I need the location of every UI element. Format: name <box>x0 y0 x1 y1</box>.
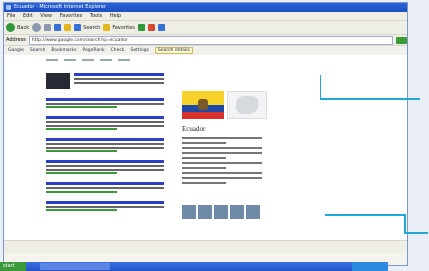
status-bar <box>4 240 407 253</box>
knowledge-panel-facts <box>182 137 262 187</box>
system-tray <box>352 262 388 271</box>
menu-favorites[interactable]: Favorites <box>60 13 83 19</box>
menu-file[interactable]: File <box>7 13 15 19</box>
country-map[interactable] <box>227 91 267 119</box>
menu-bar: File Edit View Favorites Tools Help <box>4 12 407 21</box>
browser-window: Ecuador - Microsoft Internet Explorer Fi… <box>3 2 408 266</box>
link-pagerank[interactable]: PageRank <box>83 48 105 53</box>
refresh-icon[interactable] <box>54 24 62 31</box>
taskbar-window-button[interactable] <box>40 263 110 270</box>
search-icon <box>74 24 82 31</box>
tab-maps[interactable] <box>82 59 94 61</box>
link-check[interactable]: Check <box>111 48 125 53</box>
tab-news[interactable] <box>100 59 112 61</box>
address-input[interactable]: http://www.google.com/search?q=ecuador <box>28 35 393 45</box>
photo-thumbnail[interactable] <box>198 205 212 219</box>
go-button[interactable] <box>396 36 407 44</box>
history-icon[interactable] <box>137 24 145 31</box>
search-result[interactable] <box>46 160 164 174</box>
video-thumbnail[interactable] <box>46 73 70 89</box>
forward-arrow-icon[interactable] <box>32 23 42 32</box>
print-icon[interactable] <box>157 24 165 31</box>
menu-tools[interactable]: Tools <box>90 13 102 19</box>
tab-all[interactable] <box>46 59 58 61</box>
link-settings[interactable]: Settings <box>130 48 148 53</box>
search-results <box>46 73 164 219</box>
search-result[interactable] <box>46 138 164 152</box>
start-button[interactable]: start <box>0 262 26 271</box>
page-content: Ecuador <box>4 55 407 253</box>
tab-images[interactable] <box>64 59 76 61</box>
address-label: Address <box>6 37 26 43</box>
search-result[interactable] <box>46 182 164 193</box>
taskbar: start <box>0 262 388 271</box>
window-title: Ecuador - Microsoft Internet Explorer <box>14 4 107 10</box>
video-result[interactable] <box>46 73 164 92</box>
back-button[interactable]: Back <box>6 23 29 32</box>
menu-edit[interactable]: Edit <box>23 13 33 19</box>
map-land-shape <box>236 96 258 114</box>
photo-thumbnail[interactable] <box>214 205 228 219</box>
callout-line-bottom-v <box>404 214 406 234</box>
address-bar: Address http://www.google.com/search?q=e… <box>4 35 407 46</box>
mail-icon[interactable] <box>147 24 155 31</box>
ecuador-flag[interactable] <box>182 91 224 119</box>
browser-icon <box>6 5 11 10</box>
tab-more[interactable] <box>118 59 130 61</box>
callout-line-top <box>320 75 321 99</box>
favorites-button[interactable]: Favorites <box>103 24 135 31</box>
highlighted-chip[interactable]: Search details <box>154 47 193 54</box>
title-bar: Ecuador - Microsoft Internet Explorer <box>4 3 407 12</box>
back-arrow-icon <box>6 23 15 32</box>
menu-help[interactable]: Help <box>110 13 121 19</box>
callout-line-top-h <box>320 98 420 100</box>
search-tabs <box>46 59 130 61</box>
search-result[interactable] <box>46 97 164 108</box>
coat-of-arms-icon <box>198 99 208 110</box>
search-result[interactable] <box>46 116 164 130</box>
search-button[interactable]: Search <box>74 24 100 31</box>
photo-strip <box>182 205 260 219</box>
toolbar: Back Search Favorites <box>4 21 407 35</box>
photo-thumbnail[interactable] <box>182 205 196 219</box>
home-icon[interactable] <box>64 24 72 31</box>
search-result[interactable] <box>46 200 164 211</box>
callout-line-bottom-h <box>404 232 428 234</box>
knowledge-panel: Ecuador <box>182 91 270 253</box>
stop-icon[interactable] <box>44 24 52 31</box>
link-google[interactable]: Google <box>8 48 24 53</box>
photo-thumbnail[interactable] <box>246 205 260 219</box>
link-search[interactable]: Search <box>30 48 45 53</box>
star-icon <box>103 24 111 31</box>
menu-view[interactable]: View <box>40 13 52 19</box>
link-bookmarks[interactable]: Bookmarks <box>51 48 76 53</box>
knowledge-panel-title: Ecuador <box>182 125 206 133</box>
photo-thumbnail[interactable] <box>230 205 244 219</box>
callout-line-bottom <box>325 214 405 216</box>
